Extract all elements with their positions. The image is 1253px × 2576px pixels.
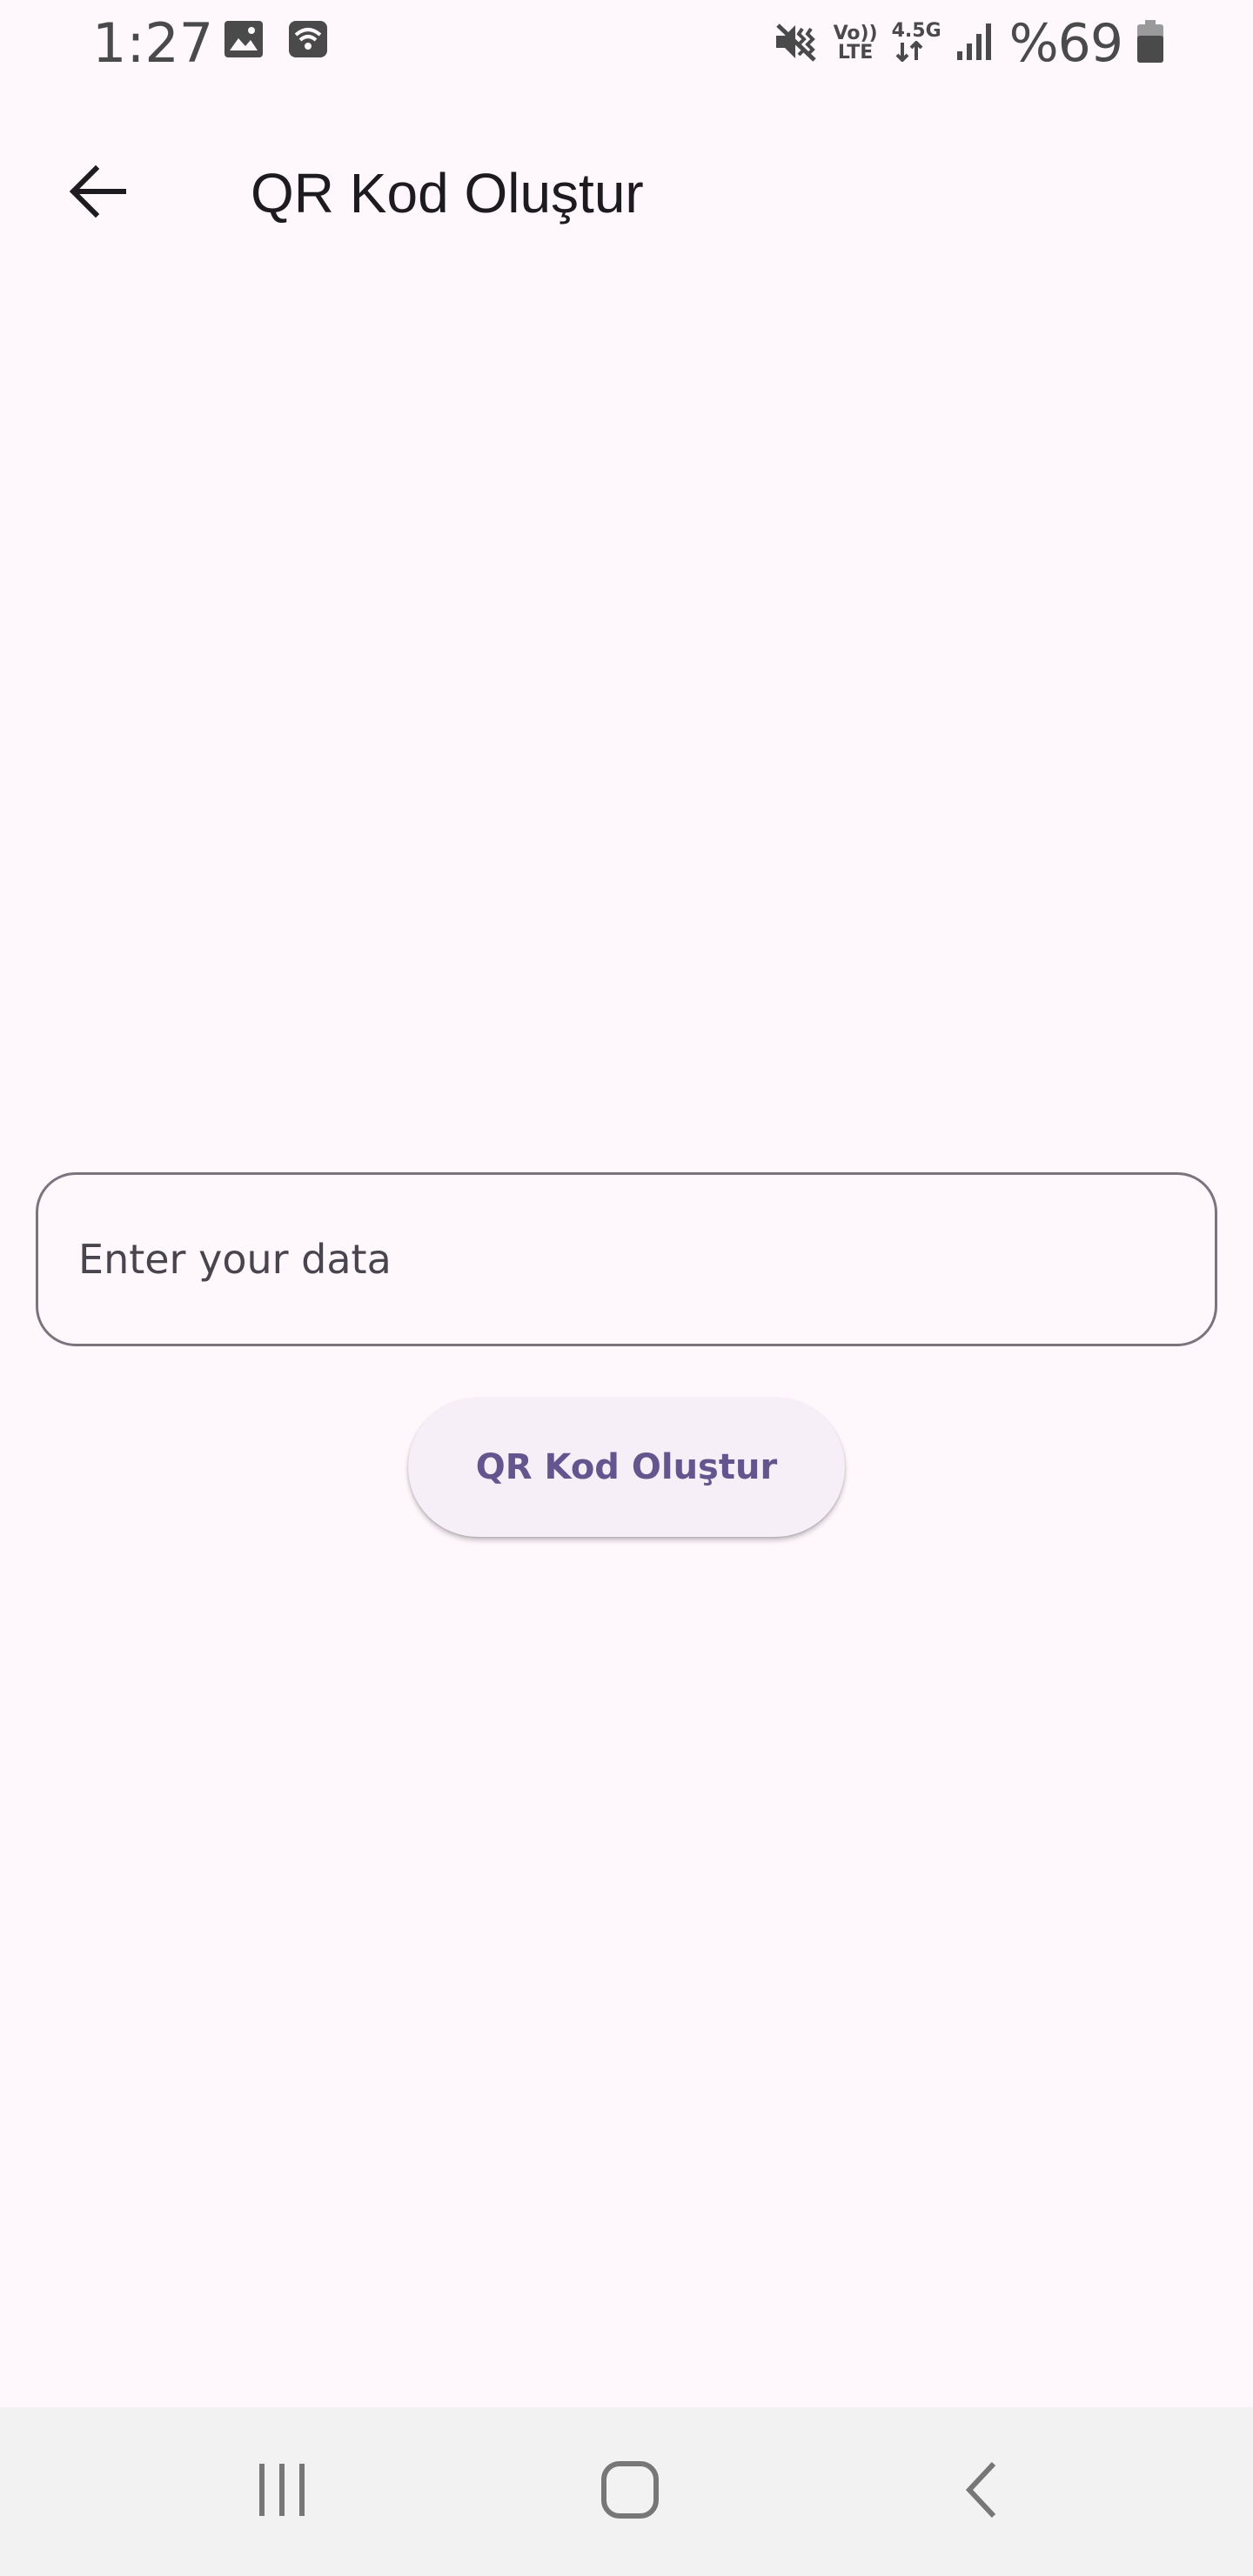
app-bar: QR Kod Oluştur [0, 104, 1253, 261]
volte-top-label: Vo)) [833, 23, 878, 44]
status-left-icons [223, 19, 329, 64]
recent-apps-icon [254, 2460, 310, 2524]
status-time: 1:27 [92, 11, 214, 75]
back-chevron-icon [961, 2459, 1002, 2526]
signal-icon [955, 22, 995, 66]
battery-icon [1136, 19, 1164, 68]
page-title: QR Kod Oluştur [251, 162, 644, 225]
gallery-icon [223, 19, 265, 64]
wifi-icon [287, 19, 329, 64]
status-bar: 1:27 Vo)) LTE 4.5G %69 [0, 0, 1253, 87]
data-input-container [36, 1172, 1217, 1346]
data-input[interactable] [38, 1175, 1215, 1344]
generate-qr-button-label: QR Kod Oluştur [475, 1447, 778, 1487]
status-right-icons: Vo)) LTE 4.5G %69 [773, 7, 1164, 80]
volte-bottom-label: LTE [837, 42, 874, 64]
back-button[interactable] [45, 141, 150, 245]
recent-apps-button[interactable] [212, 2448, 352, 2535]
network-label: 4.5G [891, 19, 941, 42]
home-button[interactable] [560, 2448, 700, 2535]
arrow-left-icon [66, 160, 129, 227]
mute-vibrate-icon [773, 20, 820, 68]
generate-qr-button[interactable]: QR Kod Oluştur [408, 1398, 845, 1537]
data-arrows-icon [895, 39, 923, 63]
back-nav-button[interactable] [912, 2448, 1051, 2535]
battery-percent: %69 [1008, 13, 1123, 74]
system-nav-bar [0, 2407, 1253, 2576]
network-badge: 4.5G [891, 19, 941, 66]
volte-badge: Vo)) LTE [834, 24, 878, 63]
home-icon [599, 2459, 661, 2526]
